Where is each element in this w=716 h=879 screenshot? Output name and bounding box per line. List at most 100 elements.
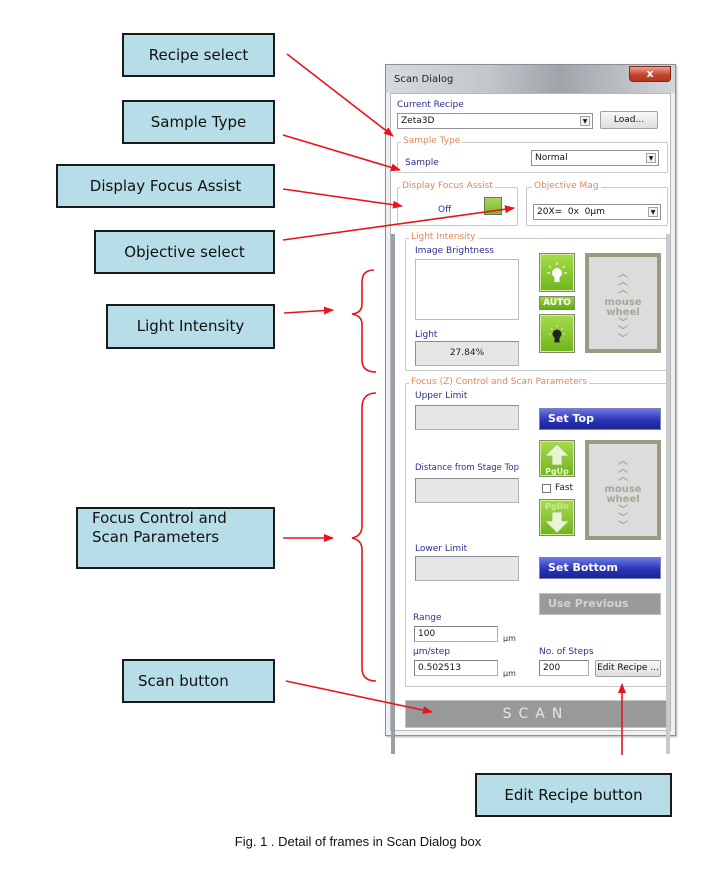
dialog-client-area: Current Recipe Zeta3D ▼ Load... Sample T… (390, 93, 671, 754)
callout-objective-select-text: Objective select (124, 242, 245, 261)
range-unit: µm (503, 634, 516, 643)
steps-input[interactable]: 200 (539, 660, 589, 676)
arrow-up-icon: PgUp (544, 443, 570, 476)
callout-objective-select: Objective select (94, 230, 275, 274)
chevron-up-icon: ︿ (618, 472, 628, 483)
arrow-light-intensity (283, 306, 334, 315)
light-value-field: 27.84% (415, 341, 519, 366)
callout-sample-type-text: Sample Type (150, 112, 247, 131)
left-scrollbar[interactable] (391, 234, 395, 754)
focus-control-frame-label: Focus (Z) Control and Scan Parameters (409, 377, 590, 387)
focus-assist-frame-label: Display Focus Assist (400, 181, 495, 191)
callout-recipe-select: Recipe select (122, 33, 275, 77)
light-increase-button[interactable] (539, 253, 575, 292)
range-label: Range (413, 613, 442, 623)
steps-value: 200 (543, 663, 561, 673)
step-size-unit: µm (503, 669, 516, 678)
fast-checkbox[interactable] (542, 484, 551, 493)
close-icon: x (646, 67, 654, 80)
light-value: 27.84% (449, 348, 485, 358)
upper-limit-field (415, 405, 519, 430)
objective-mag-frame-label: Objective Mag (532, 181, 601, 191)
brace-light-intensity (351, 269, 377, 373)
chevron-up-icon: ︿ (618, 285, 628, 296)
recipe-select-value: Zeta3D (401, 116, 435, 126)
bulb-on-icon (547, 262, 567, 282)
lower-limit-field (415, 556, 519, 581)
use-previous-label: Use Previous (548, 597, 629, 610)
pgup-label: PgUp (545, 467, 569, 476)
light-mouse-wheel[interactable]: ︿ ︿ ︿ mouse wheel ﹀ ﹀ ﹀ (585, 253, 661, 353)
pgup-button[interactable]: PgUp (539, 440, 575, 477)
set-bottom-button[interactable]: Set Bottom (539, 557, 661, 579)
distance-label: Distance from Stage Top (415, 463, 519, 473)
dialog-titlebar[interactable]: Scan Dialog x (386, 65, 675, 93)
set-bottom-label: Set Bottom (548, 561, 618, 574)
light-decrease-button[interactable] (539, 314, 575, 353)
sample-type-frame-label: Sample Type (401, 136, 463, 146)
pgdn-button[interactable]: PgDn (539, 499, 575, 536)
close-button[interactable]: x (629, 66, 671, 82)
auto-light-button[interactable]: AUTO (539, 296, 575, 310)
chevron-down-icon: ▼ (646, 153, 656, 163)
lower-limit-label: Lower Limit (415, 544, 468, 554)
objective-select-value: 20X= 0x 0µm (537, 207, 605, 217)
callout-display-focus-assist-text: Display Focus Assist (89, 176, 242, 195)
callout-edit-recipe-button-text: Edit Recipe button (504, 785, 643, 804)
callout-light-intensity-text: Light Intensity (136, 317, 245, 335)
edit-recipe-button[interactable]: Edit Recipe ... (595, 660, 661, 677)
bulb-off-icon (549, 325, 565, 343)
light-label: Light (415, 330, 438, 340)
callout-light-intensity: Light Intensity (106, 304, 275, 349)
use-previous-button[interactable]: Use Previous (539, 593, 661, 615)
sample-label: Sample (405, 158, 439, 168)
light-intensity-frame-label: Light Intensity (409, 232, 478, 242)
focus-assist-toggle[interactable] (484, 197, 502, 215)
scan-dialog: Scan Dialog x Current Recipe Zeta3D ▼ Lo… (385, 64, 676, 754)
scan-button[interactable]: SCAN (405, 700, 667, 728)
steps-label: No. of Steps (539, 647, 594, 657)
range-value: 100 (418, 629, 436, 639)
load-button-label: Load... (613, 115, 645, 125)
callout-edit-recipe-button: Edit Recipe button (475, 773, 672, 817)
range-input[interactable]: 100 (414, 626, 498, 642)
callout-display-focus-assist: Display Focus Assist (56, 164, 275, 208)
chevron-down-icon: ▼ (580, 116, 590, 126)
arrow-recipe-select (286, 53, 394, 137)
set-top-button[interactable]: Set Top (539, 408, 661, 430)
edit-recipe-label: Edit Recipe ... (597, 663, 659, 673)
fast-label: Fast (555, 483, 574, 493)
current-recipe-label: Current Recipe (397, 100, 464, 110)
distance-field (415, 478, 519, 503)
dialog-title: Scan Dialog (394, 74, 454, 85)
step-size-input[interactable]: 0.502513 (414, 660, 498, 676)
set-top-label: Set Top (548, 412, 594, 425)
callout-focus-control: Focus Control and Scan Parameters (76, 507, 275, 569)
recipe-select[interactable]: Zeta3D ▼ (397, 113, 593, 129)
callout-focus-control-line2: Scan Parameters (92, 528, 220, 546)
callout-scan-button: Scan button (122, 659, 275, 703)
image-brightness-label: Image Brightness (415, 246, 494, 256)
chevron-down-icon: ﹀ (618, 521, 628, 532)
figure-caption: Fig. 1 . Detail of frames in Scan Dialog… (234, 834, 482, 849)
focus-mouse-wheel[interactable]: ︿ ︿ ︿ mouse wheel ﹀ ﹀ ﹀ (585, 440, 661, 540)
chevron-down-icon: ﹀ (618, 334, 628, 345)
brace-focus-control (351, 392, 377, 682)
callout-scan-button-text: Scan button (138, 671, 229, 690)
callout-recipe-select-text: Recipe select (148, 45, 249, 64)
load-button[interactable]: Load... (600, 111, 658, 129)
wheel-text-2: wheel (606, 307, 640, 318)
sample-type-value: Normal (535, 153, 568, 163)
objective-select[interactable]: 20X= 0x 0µm ▼ (533, 204, 661, 220)
chevron-down-icon: ▼ (648, 207, 658, 217)
step-size-value: 0.502513 (418, 663, 461, 673)
sample-type-select[interactable]: Normal ▼ (531, 150, 659, 166)
callout-focus-control-line1: Focus Control and (92, 509, 227, 527)
step-size-label: µm/step (413, 647, 450, 657)
auto-label: AUTO (543, 298, 571, 308)
pgdn-label: PgDn (545, 502, 569, 511)
upper-limit-label: Upper Limit (415, 391, 468, 401)
scan-label: SCAN (502, 706, 570, 722)
callout-sample-type: Sample Type (122, 100, 275, 144)
image-brightness-display (415, 259, 519, 320)
